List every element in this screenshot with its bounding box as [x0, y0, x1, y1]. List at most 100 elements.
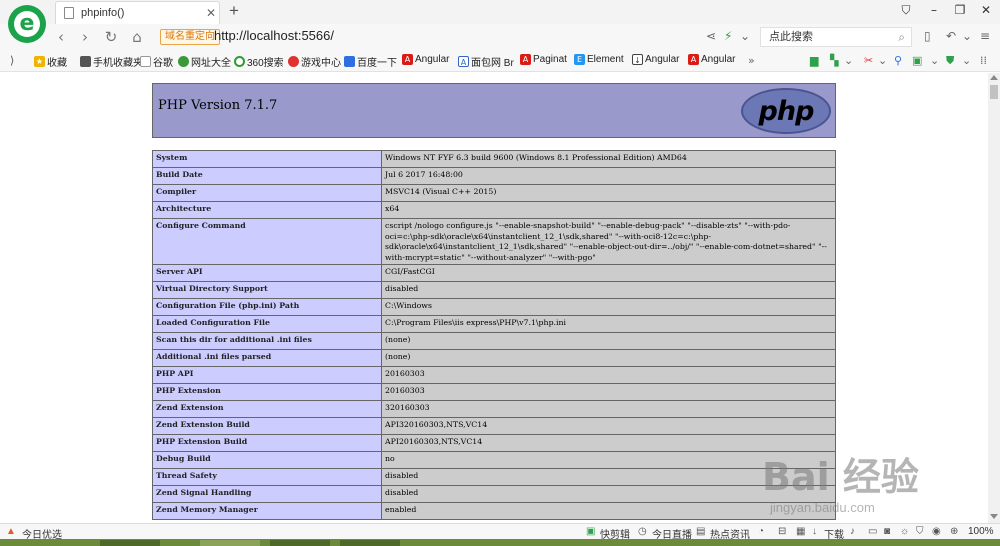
grid-menu-icon[interactable]: ⁞⁞ [980, 54, 987, 67]
info-row: PHP API 20160303 [152, 366, 836, 385]
bookmark-item[interactable]: 谷歌 [140, 54, 173, 69]
restore-button[interactable]: ❐ [946, 3, 974, 21]
sidebar-toggle-icon[interactable]: ⟩ [10, 54, 14, 67]
tab-phpinfo[interactable]: phpinfo() ✕ [55, 1, 220, 24]
bookmark-item[interactable]: 手机收藏夹 [80, 54, 143, 69]
info-value: (none) [381, 349, 836, 368]
mobile-icon[interactable]: ▯ [924, 29, 931, 43]
eye-icon[interactable]: ◉ [932, 526, 941, 537]
chevron-down-icon[interactable]: ⌄ [962, 29, 972, 43]
magnifier-icon[interactable]: ⚲ [894, 54, 902, 67]
angular-icon: A [402, 54, 413, 65]
game-pad-icon[interactable]: ▣ [912, 54, 922, 67]
info-key: PHP API [152, 366, 382, 385]
scissors-icon[interactable]: ✂ [864, 54, 873, 67]
info-value: C:\Windows [381, 298, 836, 317]
taskbar-item[interactable] [100, 540, 160, 546]
info-row: Zend Extension Build API320160303,NTS,VC1… [152, 417, 836, 436]
close-window-button[interactable]: ✕ [972, 3, 1000, 21]
info-key: PHP Extension [152, 383, 382, 402]
camera-icon[interactable]: ◙ [884, 526, 890, 537]
bookmark-item[interactable]: A Paginat [520, 54, 567, 65]
browser-logo-icon: e [8, 5, 46, 43]
angular-icon: A [520, 54, 531, 65]
more-bookmarks-icon[interactable]: » [748, 54, 755, 67]
zoom-icon[interactable]: ⊕ [950, 526, 958, 537]
info-row: Architecture x64 [152, 201, 836, 219]
address-bar[interactable]: http://localhost:5566/ [214, 28, 334, 43]
screen-icon[interactable]: ▭ [868, 526, 877, 537]
search-icon[interactable]: ⌕ [898, 28, 905, 46]
bookmark-item[interactable]: ★ 收藏 [34, 54, 67, 69]
menu-icon[interactable]: ≡ [980, 29, 990, 43]
info-key: Configure Command [152, 217, 382, 266]
bookmark-item[interactable]: 网址大全 [178, 54, 231, 69]
scroll-up-icon[interactable] [990, 75, 998, 80]
shirt-skin-icon[interactable]: ⛉ [892, 3, 920, 21]
sound-icon[interactable]: ♪ [850, 526, 855, 537]
chevron-down-icon[interactable]: ⌄ [930, 54, 939, 67]
lightning-icon[interactable]: ⚡ [724, 29, 732, 43]
chevron-down-icon[interactable]: ⌄ [740, 29, 750, 43]
page-content: PHP Version 7.1.7 php System Windows NT F… [0, 73, 988, 523]
forward-icon[interactable]: › [76, 28, 94, 46]
info-value: 320160303 [381, 400, 836, 419]
new-tab-button[interactable]: + [226, 1, 242, 21]
bookmark-item[interactable]: A Angular [402, 54, 449, 65]
refresh-icon[interactable]: ↻ [102, 28, 120, 46]
shield-icon[interactable]: ⛊ [946, 54, 954, 68]
bookmark-item[interactable]: ↓ Angular [632, 54, 679, 65]
fire-icon: ▲ [6, 526, 16, 537]
minimize-button[interactable]: – [920, 3, 948, 21]
weather-icon[interactable]: ☼ [900, 526, 909, 537]
zoom-level[interactable]: 100% [968, 526, 994, 537]
taskbar-item[interactable] [200, 540, 260, 546]
speed-icon[interactable]: ◔ [758, 526, 764, 537]
info-key: Loaded Configuration File [152, 315, 382, 334]
home-icon[interactable]: ⌂ [128, 28, 146, 46]
scrollbar-thumb[interactable] [990, 85, 998, 99]
bookmark-item[interactable]: E Element [574, 54, 624, 65]
info-key: Configuration File (php.ini) Path [152, 298, 382, 317]
info-row: Virtual Directory Support disabled [152, 281, 836, 300]
undo-icon[interactable]: ↶ [946, 29, 956, 43]
info-value: disabled [381, 468, 836, 487]
taskbar-item[interactable] [340, 540, 400, 546]
chat-icon[interactable]: ▆ [810, 54, 818, 67]
grid-icon[interactable]: ▦ [796, 526, 805, 537]
bookmark-item[interactable]: 百度一下 [344, 54, 397, 69]
shield-icon[interactable]: ⛉ [916, 526, 924, 537]
chevron-down-icon[interactable]: ⌄ [844, 54, 853, 67]
redirect-badge[interactable]: 域名重定向 [160, 29, 220, 45]
vertical-scrollbar[interactable] [988, 73, 1000, 523]
news-icon: ▤ [696, 526, 706, 537]
bookmark-item[interactable]: A Angular [688, 54, 735, 65]
scroll-down-icon[interactable] [990, 514, 998, 519]
lock-icon[interactable]: ⊟ [778, 526, 786, 537]
bookmark-item[interactable]: 游戏中心 [288, 54, 341, 69]
info-row: System Windows NT FYF 6.3 build 9600 (Win… [152, 150, 836, 168]
browser-window: phpinfo() ✕ + ⛉ – ❐ ✕ e ‹ › ↻ ⌂ 域名重定向 ht… [0, 0, 1000, 546]
close-tab-icon[interactable]: ✕ [203, 6, 219, 20]
info-value: cscript /nologo configure.js "--enable-s… [381, 217, 836, 266]
info-value: x64 [381, 201, 836, 219]
info-row: PHP Extension Build API20160303,NTS,VC14 [152, 434, 836, 453]
share-icon[interactable]: ⋖ [706, 29, 716, 43]
back-icon[interactable]: ‹ [52, 28, 70, 46]
search-input[interactable]: 点此搜索 ⌕ [760, 27, 912, 47]
info-key: Zend Extension Build [152, 417, 382, 436]
info-value: API20160303,NTS,VC14 [381, 434, 836, 453]
info-key: Zend Extension [152, 400, 382, 419]
bookmark-item[interactable]: A 面包网 Br [458, 54, 514, 69]
chevron-down-icon[interactable]: ⌄ [878, 54, 887, 67]
info-row: Thread Safety disabled [152, 468, 836, 487]
navigation-bar: ‹ › ↻ ⌂ 域名重定向 http://localhost:5566/ ⋖ ⚡… [0, 24, 1000, 50]
info-value: MSVC14 (Visual C++ 2015) [381, 184, 836, 202]
info-row: Additional .ini files parsed (none) [152, 349, 836, 368]
chevron-down-icon[interactable]: ⌄ [962, 54, 971, 67]
flag-icon[interactable]: ▚ [830, 54, 838, 67]
info-row: PHP Extension 20160303 [152, 383, 836, 402]
taskbar [0, 539, 1000, 546]
bookmark-item[interactable]: 360搜索 [234, 54, 284, 69]
taskbar-item[interactable] [270, 540, 330, 546]
